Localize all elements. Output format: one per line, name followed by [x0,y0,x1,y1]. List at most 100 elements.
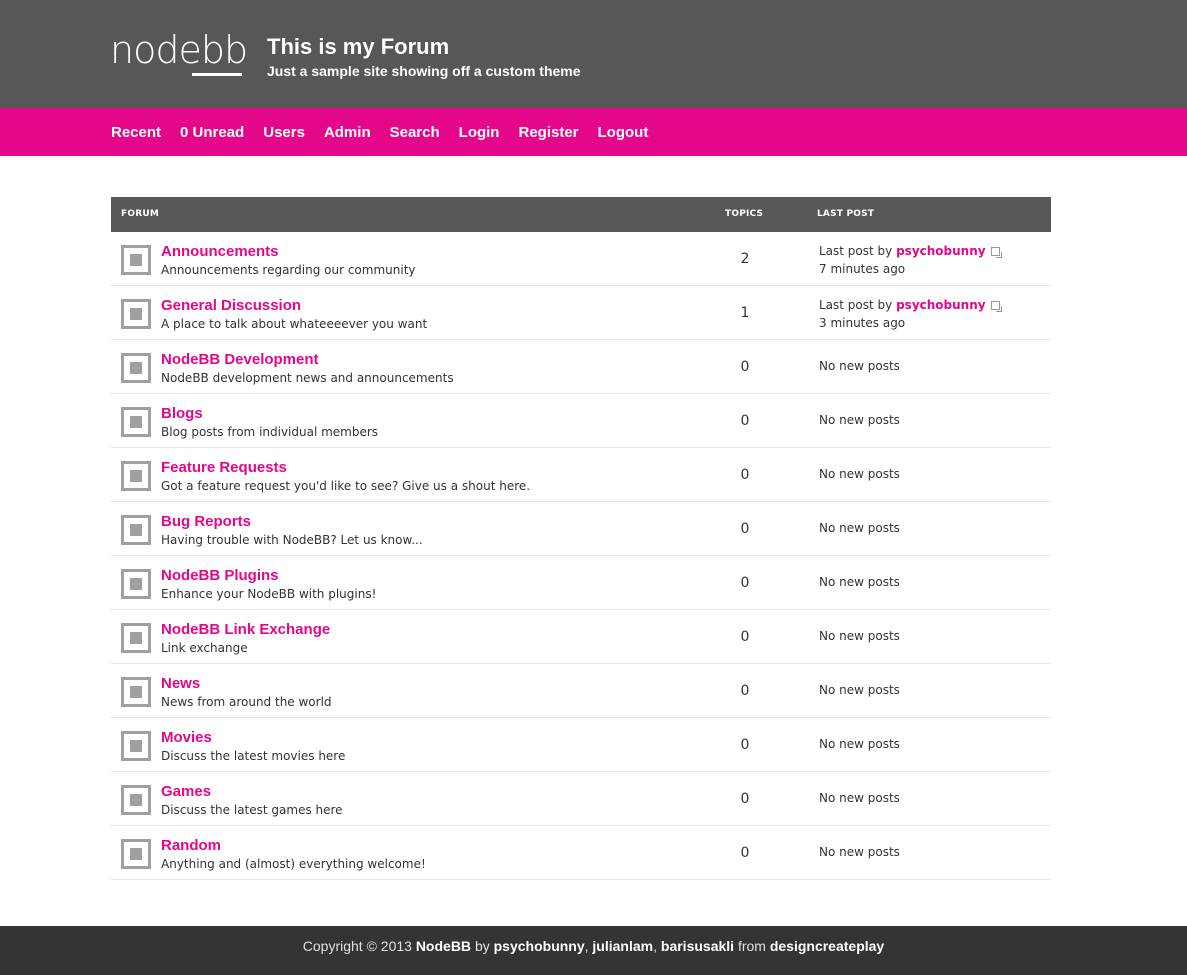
category-row: Movies Discuss the latest movies here 0 No … [111,718,1051,772]
no-new-posts: No new posts [819,575,900,589]
category-row: News News from around the world 0 No new po… [111,664,1051,718]
last-post: No new posts [819,573,900,591]
category-name-link[interactable]: Movies [161,729,212,747]
topic-count: 0 [740,359,750,375]
category-description: Link exchange [161,641,248,655]
nav-admin[interactable]: Admin [324,124,371,141]
category-name-link[interactable]: NodeBB Development [161,351,319,369]
last-post: No new posts [819,465,900,483]
category-row: Bug Reports Having trouble with NodeBB? L… [111,502,1051,556]
category-description: Discuss the latest movies here [161,749,346,763]
no-new-posts: No new posts [819,359,900,373]
category-icon[interactable] [121,677,151,707]
no-new-posts: No new posts [819,845,900,859]
last-post: Last post by psychobunny 7 minutes ago [819,242,1002,278]
topic-count: 0 [740,629,750,645]
header-topics: TOPICS [725,209,764,219]
nav-users[interactable]: Users [263,124,305,141]
no-new-posts: No new posts [819,521,900,535]
site-title: This is my Forum [267,34,450,59]
footer-comma: , [584,938,589,954]
topic-count: 0 [740,575,750,591]
no-new-posts: No new posts [819,629,900,643]
category-icon[interactable] [121,515,151,545]
topic-count: 0 [740,845,750,861]
category-name-link[interactable]: General Discussion [161,297,301,315]
last-post-user-link[interactable]: psychobunny [896,298,986,312]
category-row: Games Discuss the latest games here 0 No ne… [111,772,1051,826]
category-row: NodeBB Development NodeBB development new… [111,340,1051,394]
category-row: General Discussion A place to talk about … [111,286,1051,340]
nav-login[interactable]: Login [459,124,500,141]
last-post: No new posts [819,519,900,537]
nodebb-logo[interactable]: nodebb [110,30,248,70]
category-name-link[interactable]: Games [161,783,211,801]
footer-author-barisusakli[interactable]: barisusakli [661,938,734,954]
nav-search[interactable]: Search [390,124,440,141]
category-name-link[interactable]: Random [161,837,221,855]
last-post-time: 7 minutes ago [819,262,906,276]
site-footer: Copyright © 2013 NodeBB by psychobunny, … [0,926,1187,975]
last-post: No new posts [819,627,900,645]
no-new-posts: No new posts [819,413,900,427]
category-name-link[interactable]: Feature Requests [161,459,287,477]
category-name-link[interactable]: NodeBB Link Exchange [161,621,330,639]
category-icon[interactable] [121,353,151,383]
category-row: Feature Requests Got a feature request yo… [111,448,1051,502]
category-icon[interactable] [121,407,151,437]
category-icon[interactable] [121,623,151,653]
category-icon[interactable] [121,839,151,869]
nav-register[interactable]: Register [518,124,578,141]
category-row: Random Anything and (almost) everything w… [111,826,1051,880]
category-description: NodeBB development news and announcement… [161,371,454,385]
footer-from: from [737,938,766,954]
topic-count: 0 [740,467,750,483]
no-new-posts: No new posts [819,791,900,805]
category-description: A place to talk about whateeeever you wa… [161,317,428,331]
category-name-link[interactable]: News [161,675,200,693]
table-header: FORUM TOPICS LAST POST [111,197,1051,232]
footer-copyright: Copyright © 2013 [302,938,412,954]
category-name-link[interactable]: Announcements [161,243,279,261]
last-post-user-link[interactable]: psychobunny [896,244,986,258]
category-icon[interactable] [121,461,151,491]
last-post-prefix: Last post by [819,298,893,312]
last-post: No new posts [819,411,900,429]
footer-comma: , [653,938,657,954]
site-header: nodebb This is my Forum Just a sample si… [0,0,1187,108]
category-icon[interactable] [121,785,151,815]
footer-company[interactable]: designcreateplay [770,938,884,954]
category-description: Announcements regarding our community [161,263,416,277]
footer-brand[interactable]: NodeBB [416,938,471,954]
category-icon[interactable] [121,245,151,275]
goto-post-icon[interactable] [990,247,1002,258]
category-icon[interactable] [121,731,151,761]
last-post: No new posts [819,681,900,699]
category-row: Announcements Announcements regarding our… [111,232,1051,286]
footer-author-julianlam[interactable]: julianlam [592,938,653,954]
category-rows: Announcements Announcements regarding our… [111,232,1051,880]
category-description: Having trouble with NodeBB? Let us know.… [161,533,423,547]
nav-logout[interactable]: Logout [598,124,649,141]
nav-list: Recent 0 Unread Users Admin Search Login Regis… [111,108,667,156]
goto-post-icon[interactable] [990,301,1002,312]
category-description: Discuss the latest games here [161,803,343,817]
topic-count: 0 [740,521,750,537]
topic-count: 0 [740,737,750,753]
category-icon[interactable] [121,569,151,599]
category-description: Got a feature request you'd like to see?… [161,479,531,493]
last-post-time: 3 minutes ago [819,316,906,330]
nav-recent[interactable]: Recent [111,124,161,141]
last-post-prefix: Last post by [819,244,893,258]
no-new-posts: No new posts [819,683,900,697]
topic-count: 2 [740,251,750,267]
footer-author-psychobunny[interactable]: psychobunny [494,938,585,954]
category-row: NodeBB Plugins Enhance your NodeBB with p… [111,556,1051,610]
category-name-link[interactable]: Bug Reports [161,513,251,531]
category-name-link[interactable]: Blogs [161,405,203,423]
topic-count: 0 [740,683,750,699]
category-row: NodeBB Link Exchange Link exchange 0 No new… [111,610,1051,664]
category-name-link[interactable]: NodeBB Plugins [161,567,279,585]
nav-0-unread[interactable]: 0 Unread [180,124,244,141]
category-icon[interactable] [121,299,151,329]
